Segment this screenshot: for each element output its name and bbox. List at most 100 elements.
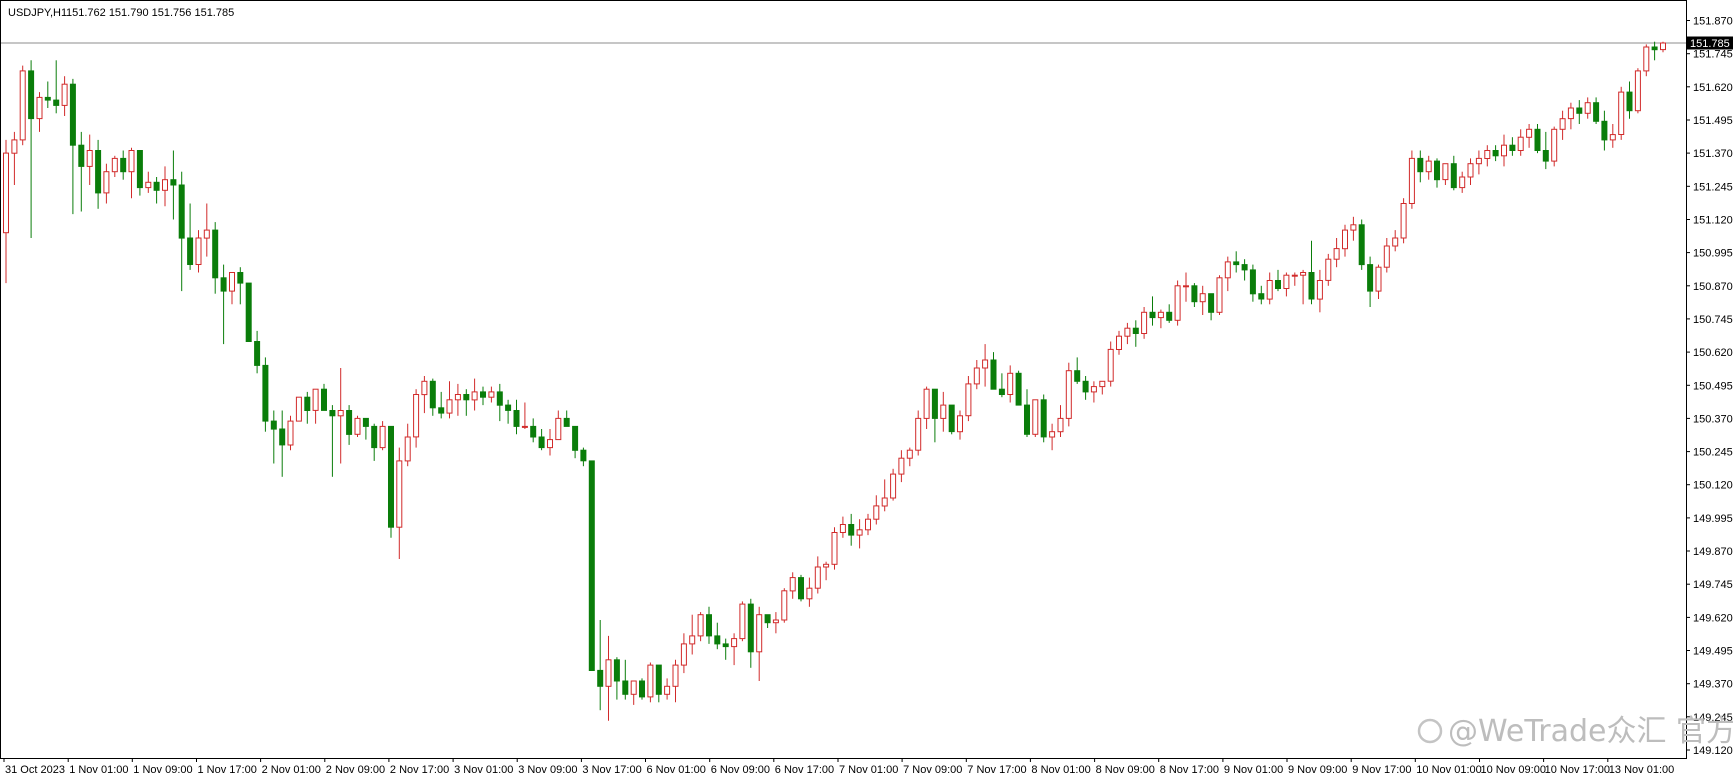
candle-body xyxy=(1107,348,1114,382)
candle-body xyxy=(86,150,93,167)
current-price-label: 151.785 xyxy=(1690,38,1730,50)
candle-body xyxy=(1526,128,1533,138)
x-tick-label: 1 Nov 01:00 xyxy=(69,764,128,776)
candle-body xyxy=(19,70,26,141)
candle-body xyxy=(337,410,344,417)
candle xyxy=(1040,394,1047,443)
candle-body xyxy=(1308,272,1315,300)
candle-body xyxy=(446,399,453,414)
candle-body xyxy=(69,83,76,146)
x-tick-label: 7 Nov 17:00 xyxy=(967,764,1026,776)
candle-body xyxy=(128,150,135,173)
candle-body xyxy=(1132,327,1139,335)
candle-body xyxy=(639,680,645,698)
candle-body xyxy=(865,518,871,531)
candle-body xyxy=(1015,372,1022,406)
y-tick-label: 150.870 xyxy=(1693,281,1733,293)
candle-body xyxy=(1567,107,1574,120)
candle-body xyxy=(379,425,386,449)
candle-body xyxy=(1241,264,1248,271)
candle-body xyxy=(1275,280,1281,289)
candle-body xyxy=(1375,266,1382,292)
candle xyxy=(1065,362,1072,427)
candle-body xyxy=(1216,277,1223,313)
time-axis[interactable]: 31 Oct 2023 1 Nov 01:00 1 Nov 09:00 1 Nov 1… xyxy=(3,758,1674,776)
y-tick-label: 150.745 xyxy=(1693,314,1733,326)
candle-body xyxy=(890,473,897,499)
candle-body xyxy=(1484,150,1491,159)
candle-body xyxy=(672,664,679,687)
candle-body xyxy=(1593,102,1600,122)
x-tick-label: 10 Nov 17:00 xyxy=(1545,764,1610,776)
candle-body xyxy=(61,83,68,106)
candle-body xyxy=(1459,176,1466,189)
candle-body xyxy=(823,563,830,568)
candle-body xyxy=(111,157,118,173)
candle-body xyxy=(1224,261,1231,279)
y-tick-label: 150.995 xyxy=(1693,248,1733,260)
candle-body xyxy=(170,179,177,186)
watermark: @WeTrade众汇 官方 xyxy=(1417,714,1733,749)
candle-body xyxy=(187,237,194,265)
candle-body xyxy=(404,436,411,462)
candle xyxy=(388,425,394,538)
candle-body xyxy=(931,388,938,419)
price-axis[interactable]: 151.870 151.745 151.620 151.495 151.370 151.2… xyxy=(1686,16,1733,758)
candle-body xyxy=(505,404,512,411)
candle-body xyxy=(212,229,219,279)
candle-body xyxy=(739,603,746,640)
candle-body xyxy=(413,394,420,438)
candle-body xyxy=(689,635,696,645)
candle xyxy=(245,282,252,343)
price-chart[interactable]: USDJPY,H1 151.762 151.790 151.756 151.78… xyxy=(0,0,1733,777)
candle-body xyxy=(856,529,863,536)
candle-body xyxy=(362,417,369,427)
candle-body xyxy=(1024,404,1030,435)
candle-body xyxy=(1626,91,1633,112)
candle-body xyxy=(1618,91,1625,135)
x-tick-label: 6 Nov 09:00 xyxy=(711,764,770,776)
candle-body xyxy=(513,410,520,427)
candle-body xyxy=(1434,160,1440,181)
candle-body xyxy=(814,566,821,589)
candle-body xyxy=(304,396,311,412)
candle xyxy=(1618,86,1625,140)
candle-body xyxy=(371,425,378,449)
candle xyxy=(739,601,746,642)
candle-body xyxy=(1392,237,1399,247)
candle-body xyxy=(697,614,704,637)
candle-body xyxy=(1191,285,1198,303)
candle-body xyxy=(563,417,570,427)
x-tick-label: 6 Nov 01:00 xyxy=(647,764,706,776)
candle-body xyxy=(1082,380,1089,393)
candle-body xyxy=(1383,245,1390,268)
candle-body xyxy=(1099,380,1106,388)
candle xyxy=(1551,126,1558,167)
y-tick-label: 151.245 xyxy=(1693,181,1733,193)
candle-body xyxy=(731,638,738,648)
candle-body xyxy=(1333,248,1340,260)
candle-body xyxy=(764,614,771,624)
candle-body xyxy=(1425,160,1432,173)
candle-body xyxy=(1576,107,1583,114)
x-tick-label: 31 Oct 2023 xyxy=(5,764,65,776)
candle-body xyxy=(1258,293,1265,300)
candle-body xyxy=(44,96,51,101)
current-price-marker: 151.785 xyxy=(1687,36,1733,50)
candle-body xyxy=(1199,293,1206,303)
x-tick-label: 9 Nov 09:00 xyxy=(1288,764,1347,776)
y-tick-label: 151.495 xyxy=(1693,115,1733,127)
candle xyxy=(262,357,269,432)
candle xyxy=(1032,399,1039,437)
candle-body xyxy=(488,391,495,398)
candle-body xyxy=(873,505,880,520)
ohlc-readout: 151.762 151.790 151.756 151.785 xyxy=(66,7,234,19)
candle-body xyxy=(312,388,319,411)
candle-body xyxy=(1584,102,1591,114)
candle xyxy=(798,574,804,602)
candle xyxy=(588,460,595,671)
candle-body xyxy=(982,359,989,369)
y-tick-label: 149.620 xyxy=(1693,612,1733,624)
candle-body xyxy=(11,139,18,154)
candle-body xyxy=(1450,163,1457,189)
